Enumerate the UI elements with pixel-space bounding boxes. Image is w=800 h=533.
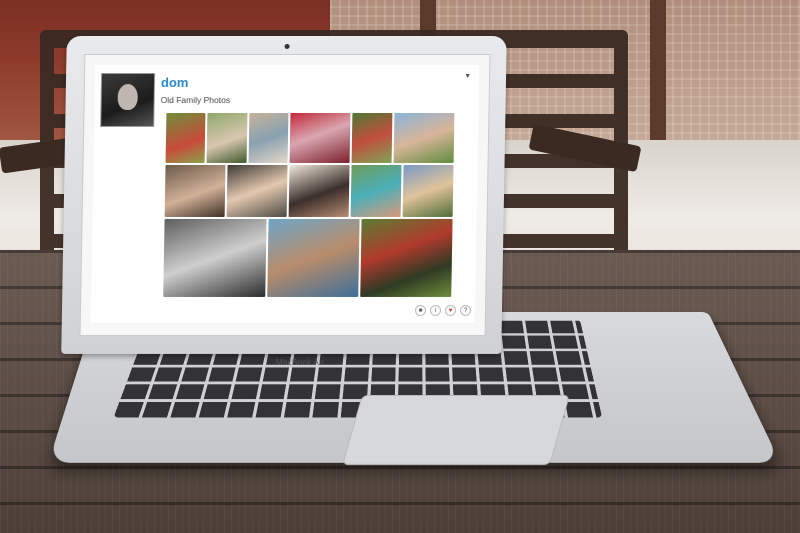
photo-thumbnail[interactable] (360, 219, 453, 297)
heart-icon[interactable]: ♥ (444, 305, 457, 316)
photo-thumbnail[interactable] (266, 219, 360, 297)
laptop-screen: dom Old Family Photos ▼ ■ i ♥ ? (90, 65, 480, 323)
album-title: Old Family Photos (160, 95, 231, 105)
info-icon[interactable]: i (429, 305, 442, 316)
photo-thumbnail[interactable] (402, 165, 454, 217)
photo-thumbnail[interactable] (393, 113, 455, 163)
help-icon[interactable]: ? (459, 305, 472, 316)
photo-thumbnail[interactable] (226, 165, 288, 217)
photo-thumbnail[interactable] (165, 113, 206, 163)
photo-thumbnail[interactable] (288, 165, 350, 217)
camera-icon[interactable]: ■ (414, 305, 427, 316)
avatar[interactable] (100, 73, 156, 127)
photo-thumbnail[interactable] (289, 113, 351, 163)
photo-thumbnail[interactable] (248, 113, 289, 163)
photo-thumbnail[interactable] (163, 219, 267, 297)
screen-bezel: dom Old Family Photos ▼ ■ i ♥ ? MacBook … (79, 54, 491, 367)
photo-thumbnail[interactable] (351, 165, 402, 217)
laptop-brand-label: MacBook Air (275, 358, 325, 367)
photo-thumbnail[interactable] (164, 165, 226, 217)
photo-thumbnail[interactable] (351, 113, 393, 163)
laptop-lid: dom Old Family Photos ▼ ■ i ♥ ? MacBook … (61, 36, 507, 367)
user-name-link[interactable]: dom (161, 75, 189, 90)
photo-actions: ■ i ♥ ? (411, 305, 472, 317)
chevron-down-icon[interactable]: ▼ (464, 73, 471, 80)
photo-grid (163, 113, 455, 299)
webcam-icon (284, 44, 290, 49)
trackpad (341, 395, 571, 465)
photo-thumbnail[interactable] (206, 113, 248, 163)
fence-post (650, 0, 666, 160)
